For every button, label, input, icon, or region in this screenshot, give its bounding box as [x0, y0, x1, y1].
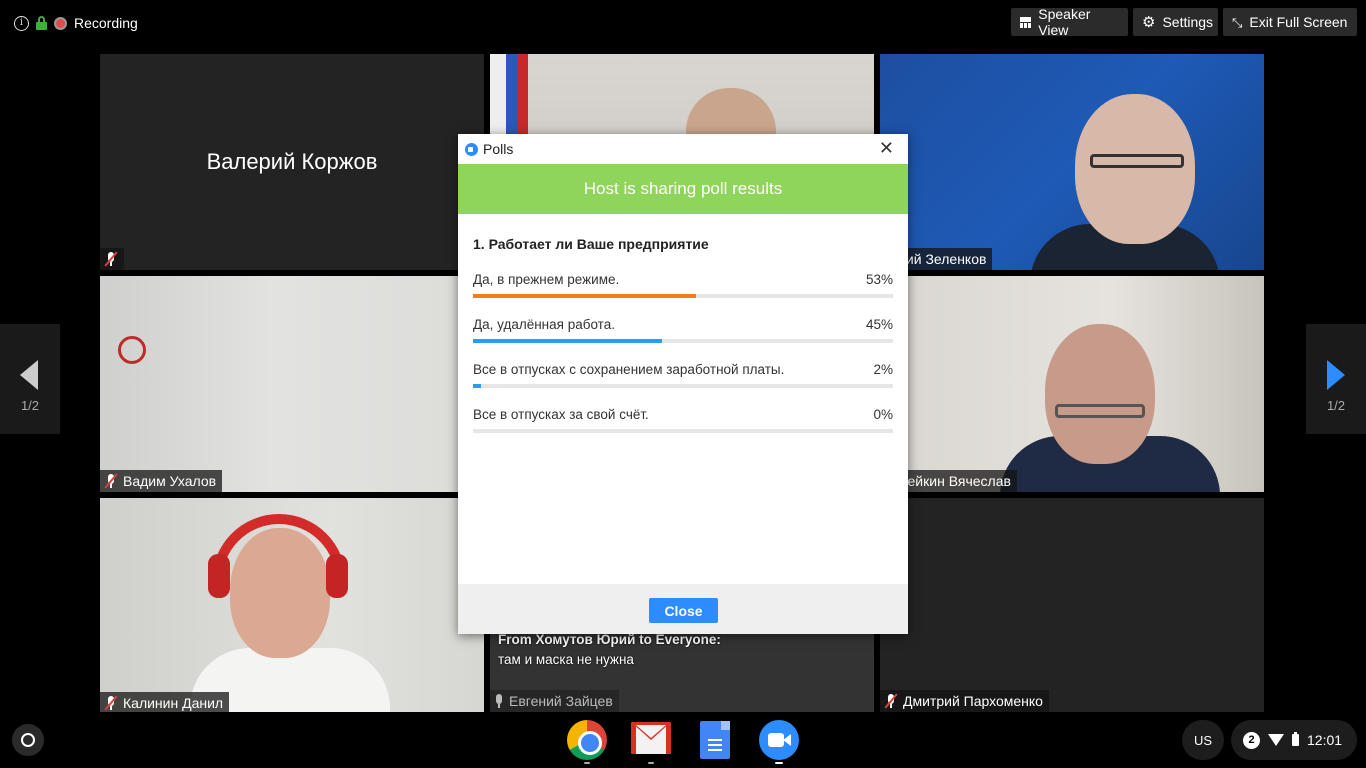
launcher-icon[interactable]: [12, 724, 44, 756]
answer-bar-fill: [473, 384, 482, 388]
previous-page-button[interactable]: 1/2: [0, 324, 60, 434]
battery-icon: [1292, 732, 1299, 746]
system-tray[interactable]: 2 12:01: [1231, 720, 1357, 760]
info-icon[interactable]: i: [14, 15, 29, 31]
participant-tile[interactable]: Копейкин Вячеслав: [880, 276, 1264, 492]
participant-name: Дмитрий Пархоменко: [903, 693, 1043, 709]
polls-dialog: Polls ✕ Host is sharing poll results 1. …: [458, 134, 908, 634]
polls-footer: Close: [458, 584, 908, 634]
participant-tile[interactable]: Дмитрий Пархоменко: [880, 498, 1264, 712]
page-indicator: 1/2: [20, 398, 40, 413]
answer-bar-fill: [473, 339, 662, 343]
participant-tile[interactable]: Валерий Коржов: [100, 54, 484, 270]
participant-name: Вадим Ухалов: [123, 473, 217, 489]
participant-video: [1090, 154, 1184, 168]
answer-percent: 0%: [873, 407, 893, 422]
polls-window-title: Polls: [483, 141, 514, 157]
muted-mic-icon: [884, 693, 898, 709]
answer-percent: 53%: [865, 272, 893, 287]
running-indicator: [648, 762, 654, 764]
answer-text: Да, в прежнем режиме.: [473, 272, 620, 287]
running-indicator: [584, 762, 590, 764]
poll-status-banner: Host is sharing poll results: [458, 164, 908, 214]
participant-tile[interactable]: Калинин Данил: [100, 498, 484, 714]
zoom-logo-icon: [465, 142, 478, 156]
notification-count-badge: 2: [1243, 731, 1260, 749]
input-method-button[interactable]: US: [1182, 720, 1224, 760]
participant-label: Вадим Ухалов: [100, 470, 223, 492]
meeting-topbar: i Recording Speaker View ⚙ Settings ⤡ Ex…: [0, 0, 1366, 46]
muted-mic-icon: [104, 473, 118, 489]
muted-mic-icon: [104, 251, 118, 267]
next-page-button[interactable]: 1/2: [1306, 324, 1366, 434]
participant-tile[interactable]: Юрий Зеленков: [880, 54, 1264, 270]
speaker-view-button[interactable]: Speaker View: [1011, 6, 1128, 38]
exit-fullscreen-icon: ⤡: [1232, 14, 1243, 30]
settings-label: Settings: [1162, 14, 1214, 30]
participant-name-large: Валерий Коржов: [206, 149, 378, 174]
poll-answer: Да, в прежнем режиме. 53%: [473, 272, 893, 302]
poll-answer: Все в отпусках с сохранением заработной …: [473, 362, 893, 392]
participant-name: Евгений Зайцев: [509, 693, 613, 709]
participant-video: [1045, 324, 1155, 464]
poll-question: 1. Работает ли Ваше предприятие: [473, 236, 709, 252]
docs-icon[interactable]: [700, 721, 730, 759]
participant-video: [1075, 94, 1195, 244]
zoom-icon[interactable]: [759, 720, 799, 760]
answer-percent: 45%: [865, 317, 893, 332]
running-indicator: [775, 762, 783, 764]
answer-bar-fill: [473, 294, 696, 298]
wifi-icon: [1268, 734, 1284, 746]
no-smoking-sign-image: [118, 336, 146, 364]
poll-answer: Да, удалённая работа. 45%: [473, 317, 893, 347]
close-button[interactable]: Close: [649, 598, 718, 623]
chrome-icon[interactable]: [567, 720, 607, 760]
participant-video: [1055, 404, 1145, 418]
participant-label: Калинин Данил: [100, 692, 230, 714]
participant-label: [100, 248, 124, 270]
poll-answer: Все в отпусках за свой счёт. 0%: [473, 407, 893, 437]
speaker-view-label: Speaker View: [1038, 6, 1091, 38]
answer-text: Все в отпусках за свой счёт.: [473, 407, 649, 422]
answer-bar-track: [473, 384, 893, 388]
answer-text: Да, удалённая работа.: [473, 317, 615, 332]
exit-fullscreen-button[interactable]: ⤡ Exit Full Screen: [1223, 8, 1357, 36]
answer-bar-track: [473, 429, 893, 433]
clock: 12:01: [1307, 732, 1343, 748]
participant-video: [208, 554, 230, 598]
answer-bar-track: [473, 294, 893, 298]
close-icon[interactable]: ✕: [879, 139, 894, 157]
gmail-icon[interactable]: [631, 722, 671, 754]
chat-message: там и маска не нужна: [498, 652, 634, 667]
participant-label: Дмитрий Пархоменко: [880, 690, 1049, 712]
answer-percent: 2%: [873, 362, 893, 377]
page-indicator: 1/2: [1326, 398, 1346, 413]
answer-bar-track: [473, 339, 893, 343]
chevron-left-icon: [20, 360, 38, 390]
recording-indicator: i Recording: [14, 14, 138, 32]
participant-name: Калинин Данил: [123, 695, 224, 711]
participant-label: Евгений Зайцев: [490, 690, 619, 712]
exit-fullscreen-label: Exit Full Screen: [1249, 14, 1348, 30]
mic-icon: [494, 693, 504, 709]
polls-titlebar: Polls ✕: [458, 134, 908, 164]
speaker-view-icon: [1020, 16, 1032, 28]
participant-video: [326, 554, 348, 598]
answer-text: Все в отпусках с сохранением заработной …: [473, 362, 785, 377]
settings-button[interactable]: ⚙ Settings: [1133, 8, 1218, 36]
chat-notification[interactable]: From Хомутов Юрий to Everyone: там и мас…: [498, 630, 868, 670]
os-shelf: [0, 712, 1366, 768]
gear-icon: ⚙: [1142, 13, 1156, 31]
recording-dot-icon: [54, 16, 67, 30]
recording-label: Recording: [74, 15, 138, 31]
muted-mic-icon: [104, 695, 118, 711]
chevron-right-icon: [1327, 360, 1345, 390]
lock-icon[interactable]: [36, 16, 47, 30]
participant-tile[interactable]: Вадим Ухалов: [100, 276, 484, 492]
